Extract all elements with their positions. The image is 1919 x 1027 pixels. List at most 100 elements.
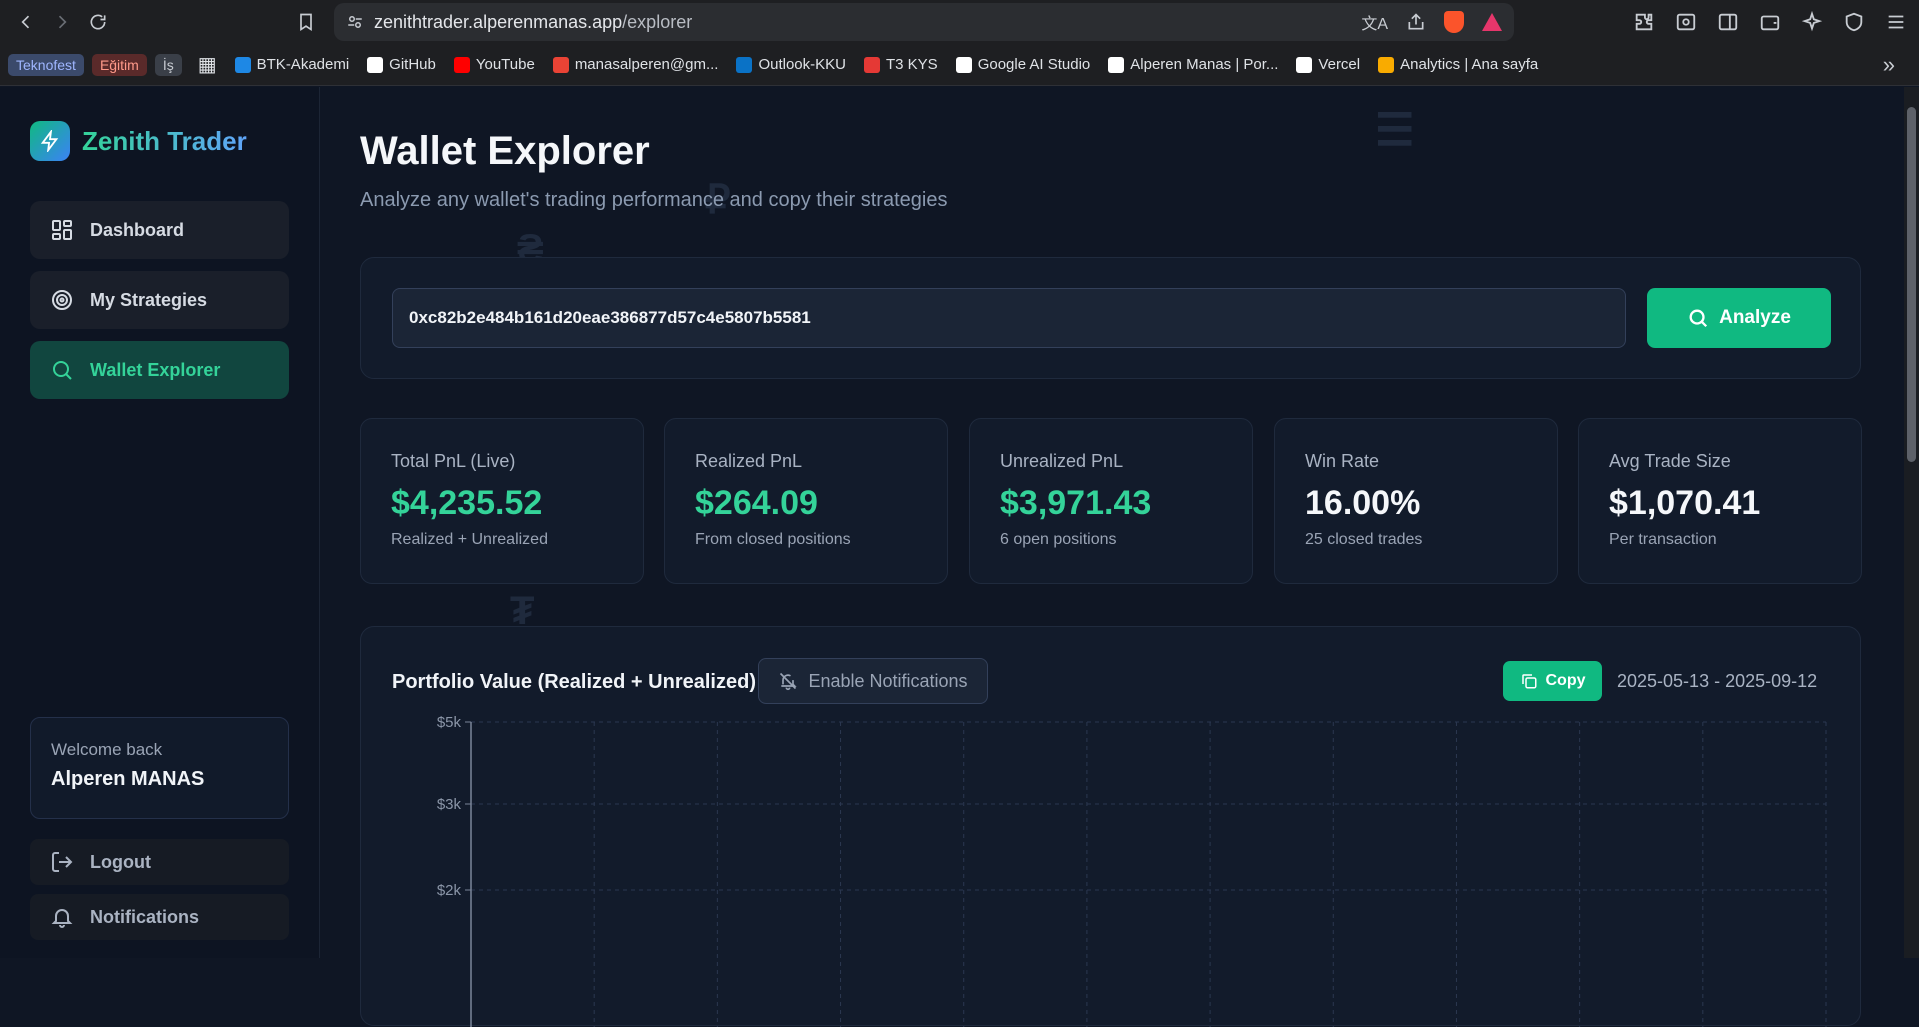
user-name: Alperen MANAS [51, 768, 205, 790]
leo-ai-icon[interactable] [1801, 11, 1823, 33]
reader-icon[interactable] [1675, 11, 1697, 33]
bookmark-link[interactable]: GitHub [359, 52, 444, 77]
apps-grid-icon[interactable]: ▦ [190, 48, 225, 81]
enable-notifications-label: Enable Notifications [808, 670, 968, 691]
bookmark-favicon-icon [736, 56, 753, 73]
site-info-icon[interactable] [346, 13, 364, 31]
page-title: Wallet Explorer [360, 129, 650, 173]
stat-label: Realized PnL [695, 451, 803, 471]
bookmark-folder[interactable]: Teknofest [8, 53, 84, 76]
brand-logo[interactable]: Zenith Trader [30, 121, 247, 161]
scrollbar-thumb[interactable] [1907, 107, 1916, 462]
enable-notifications-button[interactable]: Enable Notifications [758, 658, 988, 704]
sidebar-item-wallet-explorer[interactable]: Wallet Explorer [30, 341, 289, 399]
url-text: zenithtrader.alperenmanas.app/explorer [374, 11, 693, 32]
wallet-address-input[interactable] [392, 288, 1626, 348]
bookmark-favicon-icon [453, 56, 470, 73]
stat-card: Avg Trade Size $1,070.41 Per transaction [1578, 418, 1862, 584]
brave-rewards-icon[interactable] [1482, 13, 1502, 31]
analyze-label: Analyze [1719, 307, 1791, 328]
portfolio-chart-card: Portfolio Value (Realized + Unrealized) … [360, 626, 1861, 1027]
brave-shield-icon[interactable] [1444, 11, 1464, 33]
more-bookmarks-icon[interactable]: » [1883, 52, 1895, 78]
y-tick-label: $3k [437, 796, 462, 813]
back-icon[interactable] [8, 4, 44, 40]
stat-card: Realized PnL $264.09 From closed positions [664, 418, 948, 584]
bookmark-label: Vercel [1318, 56, 1361, 73]
notifications-label: Notifications [90, 906, 200, 927]
welcome-card: Welcome back Alperen MANAS [30, 717, 289, 819]
copy-button[interactable]: Copy [1503, 661, 1602, 701]
logout-icon [52, 852, 73, 872]
bookmark-favicon-icon [955, 56, 972, 73]
bookmark-link[interactable]: Outlook-KKU [728, 52, 854, 77]
search-icon [53, 361, 72, 380]
bookmark-favicon-icon [1296, 56, 1313, 73]
copy-label: Copy [1545, 672, 1586, 689]
stat-card: Win Rate 16.00% 25 closed trades [1274, 418, 1558, 584]
bookmark-folder[interactable]: İş [154, 53, 182, 76]
bookmark-link[interactable]: YouTube [446, 52, 543, 77]
wallet-icon[interactable] [1759, 11, 1781, 33]
analyze-button[interactable]: Analyze [1647, 288, 1831, 348]
main-content: Wallet Explorer Analyze any wallet's tra… [360, 87, 1862, 1027]
logout-label: Logout [90, 851, 151, 872]
translate-icon[interactable]: 文A [1361, 10, 1388, 34]
notifications-button[interactable]: Notifications [30, 894, 289, 940]
bookmark-label: YouTube [475, 56, 535, 73]
bookmark-label: T3 KYS [886, 56, 938, 73]
bookmark-favicon-icon [552, 56, 569, 73]
forward-icon[interactable] [44, 4, 80, 40]
bookmark-link[interactable]: Alperen Manas | Por... [1100, 52, 1286, 77]
sidebar-item-my-strategies[interactable]: My Strategies [30, 271, 289, 329]
stat-subtext: Per transaction [1609, 531, 1717, 548]
bookmark-icon[interactable] [288, 4, 324, 40]
copy-icon [1521, 674, 1536, 689]
page-subtitle: Analyze any wallet's trading performance… [360, 189, 948, 211]
bookmark-favicon-icon [1378, 56, 1395, 73]
stat-label: Win Rate [1305, 451, 1380, 471]
vpn-icon[interactable] [1843, 11, 1865, 33]
bookmark-label: Google AI Studio [977, 56, 1091, 73]
bookmark-link[interactable]: Google AI Studio [948, 52, 1099, 77]
bookmarks-bar: Teknofest Eğitim İş ▦ BTK-Akademi GitHub YouTu… [0, 44, 1919, 86]
extensions-icon[interactable] [1633, 11, 1655, 33]
stat-value: $1,070.41 [1609, 484, 1761, 522]
bolt-icon [30, 121, 70, 161]
bookmark-folder[interactable]: Eğitim [91, 53, 147, 76]
stat-subtext: From closed positions [695, 531, 851, 548]
stat-subtext: 25 closed trades [1305, 531, 1423, 548]
bookmark-favicon-icon [367, 56, 384, 73]
welcome-label: Welcome back [51, 740, 163, 759]
bookmark-link[interactable]: manasalperen@gm... [545, 52, 727, 77]
chart-title: Portfolio Value (Realized + Unrealized) [392, 671, 756, 693]
bookmark-label: Outlook-KKU [758, 56, 846, 73]
stat-card: Total PnL (Live) $4,235.52 Realized + Unre… [360, 418, 644, 584]
stat-card: Unrealized PnL $3,971.43 6 open positions [969, 418, 1253, 584]
stat-subtext: Realized + Unrealized [391, 531, 548, 548]
sidebar-toggle-icon[interactable] [1717, 11, 1739, 33]
address-bar[interactable]: zenithtrader.alperenmanas.app/explorer 文… [334, 3, 1514, 41]
sidebar-item-label: Dashboard [90, 219, 185, 240]
target-icon [52, 290, 72, 310]
bookmark-label: GitHub [389, 56, 436, 73]
bookmark-label: Analytics | Ana sayfa [1400, 56, 1539, 73]
stat-label: Total PnL (Live) [391, 451, 516, 471]
sidebar-item-label: Wallet Explorer [90, 359, 221, 380]
logout-button[interactable]: Logout [30, 839, 289, 885]
bookmark-link[interactable]: Vercel [1288, 52, 1368, 77]
stat-label: Unrealized PnL [1000, 451, 1124, 471]
menu-icon[interactable] [1885, 11, 1907, 33]
sidebar-item-dashboard[interactable]: Dashboard [30, 201, 289, 259]
stat-value: $264.09 [695, 484, 818, 522]
bookmark-link[interactable]: T3 KYS [856, 52, 946, 77]
stat-label: Avg Trade Size [1609, 451, 1731, 471]
bookmark-link[interactable]: Analytics | Ana sayfa [1370, 52, 1546, 77]
wallet-search-card: Analyze [360, 257, 1861, 379]
page-scrollbar[interactable] [1904, 87, 1919, 958]
share-icon[interactable] [1406, 12, 1426, 32]
sidebar-item-label: My Strategies [90, 289, 208, 310]
bookmark-link[interactable]: BTK-Akademi [227, 52, 358, 77]
reload-icon[interactable] [80, 4, 116, 40]
bookmark-favicon-icon [234, 56, 251, 73]
